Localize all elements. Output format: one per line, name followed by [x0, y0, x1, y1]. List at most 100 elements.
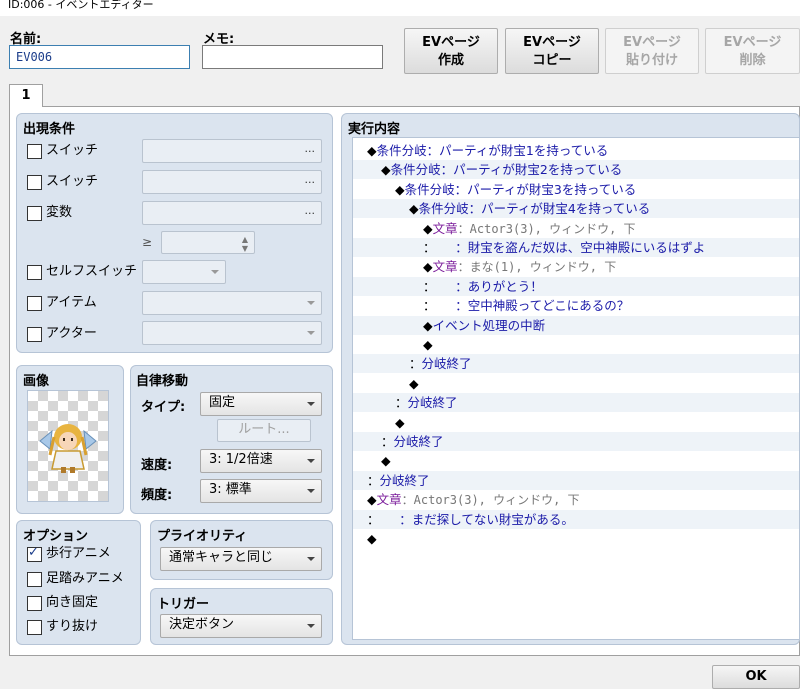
delete-page-button[interactable]: EVページ 削除 [705, 28, 800, 74]
switch1-box[interactable] [27, 143, 42, 159]
actor-label: アクター [46, 326, 97, 341]
actor-select[interactable] [142, 321, 322, 345]
autonomous-title: 自律移動 [136, 374, 189, 389]
trigger-select[interactable]: 決定ボタン [160, 614, 322, 638]
switch1-select[interactable]: ... [142, 139, 322, 163]
delete-page-button-line2: 削除 [739, 53, 766, 68]
move-speed-select[interactable]: 3: 1/2倍速 [200, 449, 322, 473]
command-line[interactable]: ◆イベント処理の中断 [353, 315, 799, 335]
variable-select[interactable]: ... [142, 201, 322, 225]
command-line[interactable]: ： ：財宝を盗んだ奴は、空中神殿にいるはずよ [353, 238, 799, 257]
copy-page-button[interactable]: EVページ コピー [505, 28, 599, 74]
command-diamond-icon: ◆ [423, 259, 433, 275]
move-type-select[interactable]: 固定 [200, 392, 322, 416]
new-page-button-line1: EVページ [422, 35, 480, 50]
command-line[interactable]: ：分岐終了 [353, 432, 799, 451]
command-line[interactable]: ◆ [353, 529, 799, 548]
item-box[interactable] [27, 295, 42, 311]
command-text: ◆条件分岐：パーティが財宝1を持っている [367, 141, 608, 160]
continuation-mark: ： [423, 278, 430, 294]
direction-fix-checkbox[interactable]: 向き固定 [27, 595, 98, 612]
command-line[interactable]: ◆条件分岐：パーティが財宝3を持っている [353, 180, 799, 199]
new-page-button[interactable]: EVページ 作成 [404, 28, 498, 74]
switch1-checkbox[interactable]: スイッチ [27, 143, 98, 160]
actor-checkbox[interactable]: アクター [27, 326, 97, 343]
chevron-down-icon [307, 331, 315, 335]
move-freq-select[interactable]: 3: 標準 [200, 479, 322, 503]
command-line[interactable]: ◆ [353, 413, 799, 432]
switch2-ellipsis-icon[interactable]: ... [305, 173, 316, 186]
chevron-down-icon [307, 301, 315, 305]
switch2-select[interactable]: ... [142, 170, 322, 194]
command-line[interactable]: ： ：まだ探してない財宝がある。 [353, 509, 799, 529]
item-checkbox[interactable]: アイテム [27, 295, 97, 312]
step-anim-checkbox[interactable]: 足踏みアニメ [27, 571, 124, 588]
command-text: ：分岐終了 [381, 432, 444, 451]
command-line[interactable]: ◆文章：Actor3(3), ウィンドウ, 下 [353, 219, 799, 238]
command-line[interactable]: ◆文章：Actor3(3), ウィンドウ, 下 [353, 490, 799, 509]
command-line[interactable]: ： ：空中神殿ってどこにあるの？ [353, 296, 799, 315]
memo-field[interactable] [202, 45, 383, 69]
walk-anim-checkbox[interactable]: ✓ 歩行アニメ [27, 545, 111, 563]
command-line[interactable]: ：分岐終了 [353, 393, 799, 413]
command-line[interactable]: ◆ [353, 335, 799, 354]
speed-label: 速度: [141, 458, 173, 473]
command-text: ◆文章：まな(1), ウィンドウ, 下 [423, 257, 616, 277]
paste-page-button[interactable]: EVページ 貼り付け [605, 28, 699, 74]
switch2-checkbox[interactable]: スイッチ [27, 174, 98, 191]
command-diamond-icon: ◆ [395, 414, 405, 430]
tab-page-1[interactable]: 1 [9, 84, 43, 107]
command-line[interactable]: ：分岐終了 [353, 470, 799, 490]
ok-button[interactable]: OK [712, 665, 800, 689]
self-switch-checkbox[interactable]: セルフスイッチ [27, 264, 137, 281]
event-graphic[interactable] [27, 390, 109, 502]
actor-box[interactable] [27, 326, 42, 342]
direction-fix-box[interactable] [27, 595, 42, 611]
command-label: 条件分岐：パーティが財宝1を持っている [376, 143, 609, 158]
command-line[interactable]: ： ：ありがとう！ [353, 276, 799, 296]
continuation-mark: ： [409, 356, 422, 372]
command-line[interactable]: ◆条件分岐：パーティが財宝2を持っている [353, 160, 799, 180]
self-switch-box[interactable] [27, 264, 42, 280]
command-text: ◆イベント処理の中断 [423, 316, 545, 335]
contents-title: 実行内容 [348, 122, 401, 137]
name-field[interactable]: EV006 [9, 45, 190, 69]
command-params: ：まな(1), ウィンドウ, 下 [457, 260, 617, 275]
item-label: アイテム [46, 295, 97, 310]
switch2-label: スイッチ [46, 174, 99, 189]
variable-box[interactable] [27, 205, 42, 221]
command-diamond-icon: ◆ [367, 492, 377, 508]
variable-checkbox[interactable]: 変数 [27, 205, 72, 222]
command-text: ◆文章：Actor3(3), ウィンドウ, 下 [423, 219, 636, 239]
event-command-list[interactable]: ◆条件分岐：パーティが財宝1を持っている ◆条件分岐：パーティが財宝2を持っている… [352, 137, 800, 640]
walk-anim-box[interactable]: ✓ [27, 545, 42, 562]
self-switch-select[interactable] [142, 260, 226, 284]
command-line[interactable]: ◆文章：まな(1), ウィンドウ, 下 [353, 257, 799, 276]
variable-ellipsis-icon[interactable]: ... [305, 204, 316, 217]
through-checkbox[interactable]: すり抜け [27, 619, 98, 636]
command-line[interactable]: ◆ [353, 374, 799, 393]
paste-page-button-line1: EVページ [623, 35, 681, 50]
command-text: ： ：空中神殿ってどこにあるの？ [423, 296, 629, 315]
item-select[interactable] [142, 291, 322, 315]
variable-value-spinner[interactable]: ▲ ▼ [161, 231, 255, 254]
route-button[interactable]: ルート... [217, 419, 311, 442]
through-box[interactable] [27, 619, 42, 635]
conditions-title: 出現条件 [23, 122, 76, 137]
command-line[interactable]: ◆条件分岐：パーティが財宝1を持っている [353, 141, 799, 160]
command-label: 条件分岐：パーティが財宝2を持っている [390, 162, 623, 178]
command-text: ◆ [409, 374, 419, 393]
step-anim-box[interactable] [27, 571, 42, 587]
command-line[interactable]: ◆条件分岐：パーティが財宝4を持っている [353, 199, 799, 219]
spin-up-icon[interactable]: ▲ [242, 235, 248, 244]
chevron-down-icon [307, 624, 315, 628]
command-line[interactable]: ◆ [353, 451, 799, 470]
command-text: ◆文章：Actor3(3), ウィンドウ, 下 [367, 490, 580, 510]
walk-anim-label: 歩行アニメ [46, 546, 111, 561]
continuation-mark: ： [367, 511, 374, 527]
switch1-ellipsis-icon[interactable]: ... [305, 142, 316, 155]
switch2-box[interactable] [27, 174, 42, 190]
spin-down-icon[interactable]: ▼ [242, 244, 248, 253]
priority-select[interactable]: 通常キャラと同じ [160, 547, 322, 571]
command-line[interactable]: ：分岐終了 [353, 354, 799, 374]
